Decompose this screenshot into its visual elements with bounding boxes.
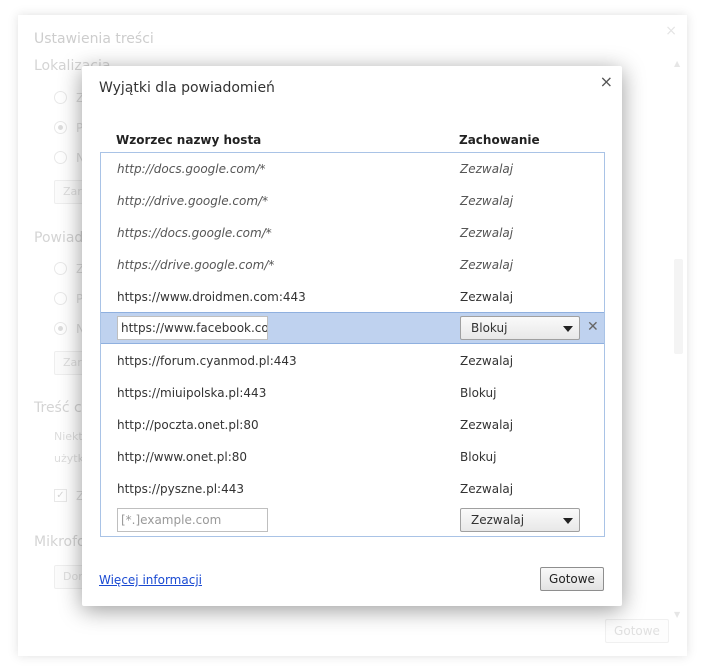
radio-notifications-ask[interactable]: [54, 292, 67, 305]
radio-location-ask[interactable]: [54, 121, 67, 134]
host-pattern: http://docs.google.com/*: [117, 162, 266, 176]
scrollbar-thumb[interactable]: [674, 259, 683, 354]
list-item[interactable]: http://docs.google.com/* Zezwalaj: [101, 153, 604, 185]
behavior-value: Zezwalaj: [460, 290, 514, 304]
chevron-down-icon: [563, 326, 573, 332]
list-item[interactable]: http://drive.google.com/* Zezwalaj: [101, 185, 604, 217]
behavior-value: Zezwalaj: [460, 162, 514, 176]
list-item[interactable]: https://forum.cyanmod.pl:443 Zezwalaj: [101, 345, 604, 377]
scroll-down-icon[interactable]: ▼: [674, 610, 680, 619]
column-header-behavior: Zachowanie: [459, 133, 540, 147]
list-item[interactable]: https://miuipolska.pl:443 Blokuj: [101, 377, 604, 409]
behavior-value: Zezwalaj: [460, 226, 514, 240]
notification-exceptions-dialog: Wyjątki dla powiadomień × Wzorzec nazwy …: [82, 66, 622, 606]
host-pattern: https://docs.google.com/*: [117, 226, 272, 240]
exceptions-list: http://docs.google.com/* Zezwalaj http:/…: [100, 152, 605, 537]
scroll-up-icon[interactable]: ▲: [674, 59, 680, 68]
behavior-value: Zezwalaj: [460, 258, 514, 272]
host-pattern: https://drive.google.com/*: [117, 258, 275, 272]
host-pattern-input[interactable]: https://www.facebook.com: [117, 316, 268, 340]
behavior-value: Zezwalaj: [460, 194, 514, 208]
list-item-selected[interactable]: https://www.facebook.com Blokuj ✕: [101, 312, 604, 344]
more-info-link[interactable]: Więcej informacji: [99, 573, 202, 587]
host-pattern: https://pyszne.pl:443: [117, 482, 244, 496]
host-pattern: http://drive.google.com/*: [117, 194, 269, 208]
host-pattern: https://www.droidmen.com:443: [117, 290, 306, 304]
behavior-value: Zezwalaj: [460, 418, 514, 432]
behavior-value: Zezwalaj: [460, 482, 514, 496]
list-item[interactable]: http://www.onet.pl:80 Blokuj: [101, 441, 604, 473]
host-pattern: http://poczta.onet.pl:80: [117, 418, 259, 432]
behavior-select[interactable]: Blokuj: [460, 316, 580, 340]
protected-content-checkbox[interactable]: ✓: [54, 489, 67, 502]
behavior-value: Blokuj: [460, 450, 497, 464]
radio-location-block[interactable]: [54, 151, 67, 164]
scrollbar[interactable]: ▲ ▼: [672, 59, 684, 619]
radio-notifications-allow[interactable]: [54, 262, 67, 275]
radio-notifications-block[interactable]: [54, 322, 67, 335]
page-title: Ustawienia treści: [34, 31, 154, 47]
chevron-down-icon: [563, 518, 573, 524]
close-icon[interactable]: ×: [600, 72, 613, 91]
section-description: użytk: [54, 452, 84, 465]
list-item[interactable]: http://poczta.onet.pl:80 Zezwalaj: [101, 409, 604, 441]
behavior-value: Blokuj: [460, 386, 497, 400]
delete-icon[interactable]: ✕: [587, 319, 599, 335]
dialog-title: Wyjątki dla powiadomień: [99, 80, 275, 96]
column-header-pattern: Wzorzec nazwy hosta: [116, 133, 262, 147]
behavior-select-value: Blokuj: [471, 321, 508, 335]
new-behavior-select[interactable]: Zezwalaj: [460, 508, 580, 532]
done-button[interactable]: Gotowe: [540, 567, 604, 591]
new-exception-row: [*.]example.com Zezwalaj: [101, 504, 604, 536]
list-item[interactable]: https://www.droidmen.com:443 Zezwalaj: [101, 281, 604, 313]
list-item[interactable]: https://drive.google.com/* Zezwalaj: [101, 249, 604, 281]
done-button[interactable]: Gotowe: [605, 619, 669, 643]
list-item[interactable]: https://docs.google.com/* Zezwalaj: [101, 217, 604, 249]
list-item[interactable]: https://pyszne.pl:443 Zezwalaj: [101, 473, 604, 505]
new-pattern-input[interactable]: [*.]example.com: [117, 508, 268, 532]
host-pattern: http://www.onet.pl:80: [117, 450, 248, 464]
close-icon[interactable]: ×: [665, 23, 677, 39]
host-pattern: https://forum.cyanmod.pl:443: [117, 354, 297, 368]
host-pattern: https://miuipolska.pl:443: [117, 386, 267, 400]
behavior-value: Zezwalaj: [460, 354, 514, 368]
behavior-select-value: Zezwalaj: [471, 513, 525, 527]
radio-location-allow[interactable]: [54, 91, 67, 104]
